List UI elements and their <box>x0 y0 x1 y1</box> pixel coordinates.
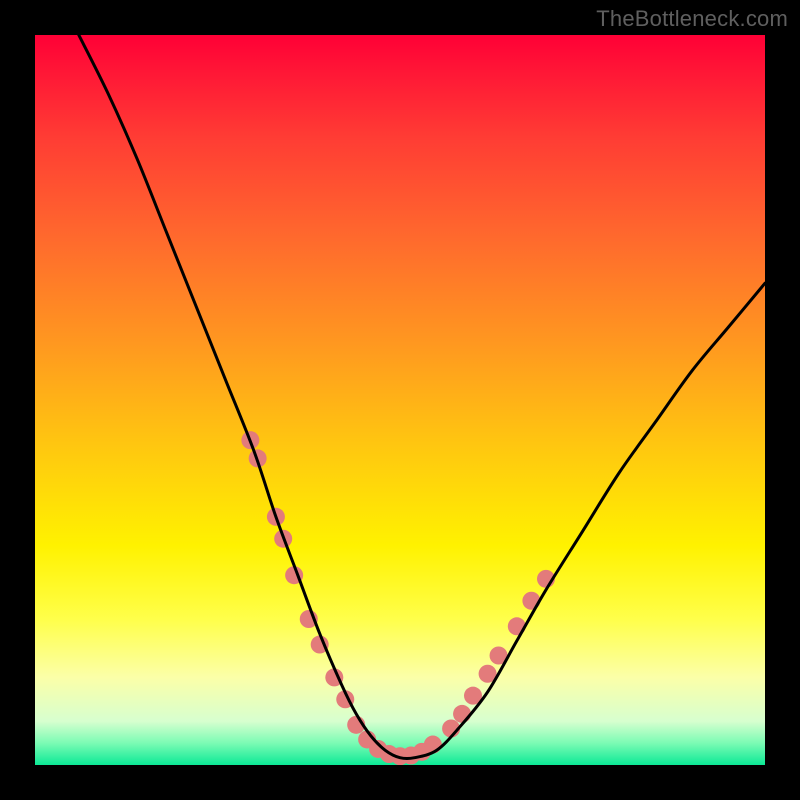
highlight-dot <box>274 530 292 548</box>
highlight-dot <box>249 449 267 467</box>
highlight-dot <box>285 566 303 584</box>
watermark-text: TheBottleneck.com <box>596 6 788 32</box>
highlight-dot <box>479 665 497 683</box>
highlight-dot <box>369 740 387 758</box>
highlight-dot <box>380 745 398 763</box>
chart-frame: TheBottleneck.com <box>0 0 800 800</box>
highlight-dot <box>453 705 471 723</box>
highlight-dot <box>424 736 442 754</box>
highlight-dots <box>241 431 555 765</box>
highlight-dot <box>402 747 420 765</box>
highlight-dot <box>442 720 460 738</box>
highlight-dot <box>241 431 259 449</box>
highlight-dot <box>464 687 482 705</box>
curve-layer <box>35 35 765 765</box>
highlight-dot <box>311 636 329 654</box>
highlight-dot <box>267 508 285 526</box>
highlight-dot <box>413 743 431 761</box>
highlight-dot <box>508 617 526 635</box>
highlight-dot <box>325 668 343 686</box>
bottleneck-curve <box>79 35 765 759</box>
highlight-dot <box>336 690 354 708</box>
highlight-dot <box>358 730 376 748</box>
highlight-dot <box>537 570 555 588</box>
highlight-dot <box>300 610 318 628</box>
highlight-dot <box>522 592 540 610</box>
highlight-dot <box>391 747 409 765</box>
highlight-dot <box>347 716 365 734</box>
highlight-dot <box>490 647 508 665</box>
plot-area <box>35 35 765 765</box>
